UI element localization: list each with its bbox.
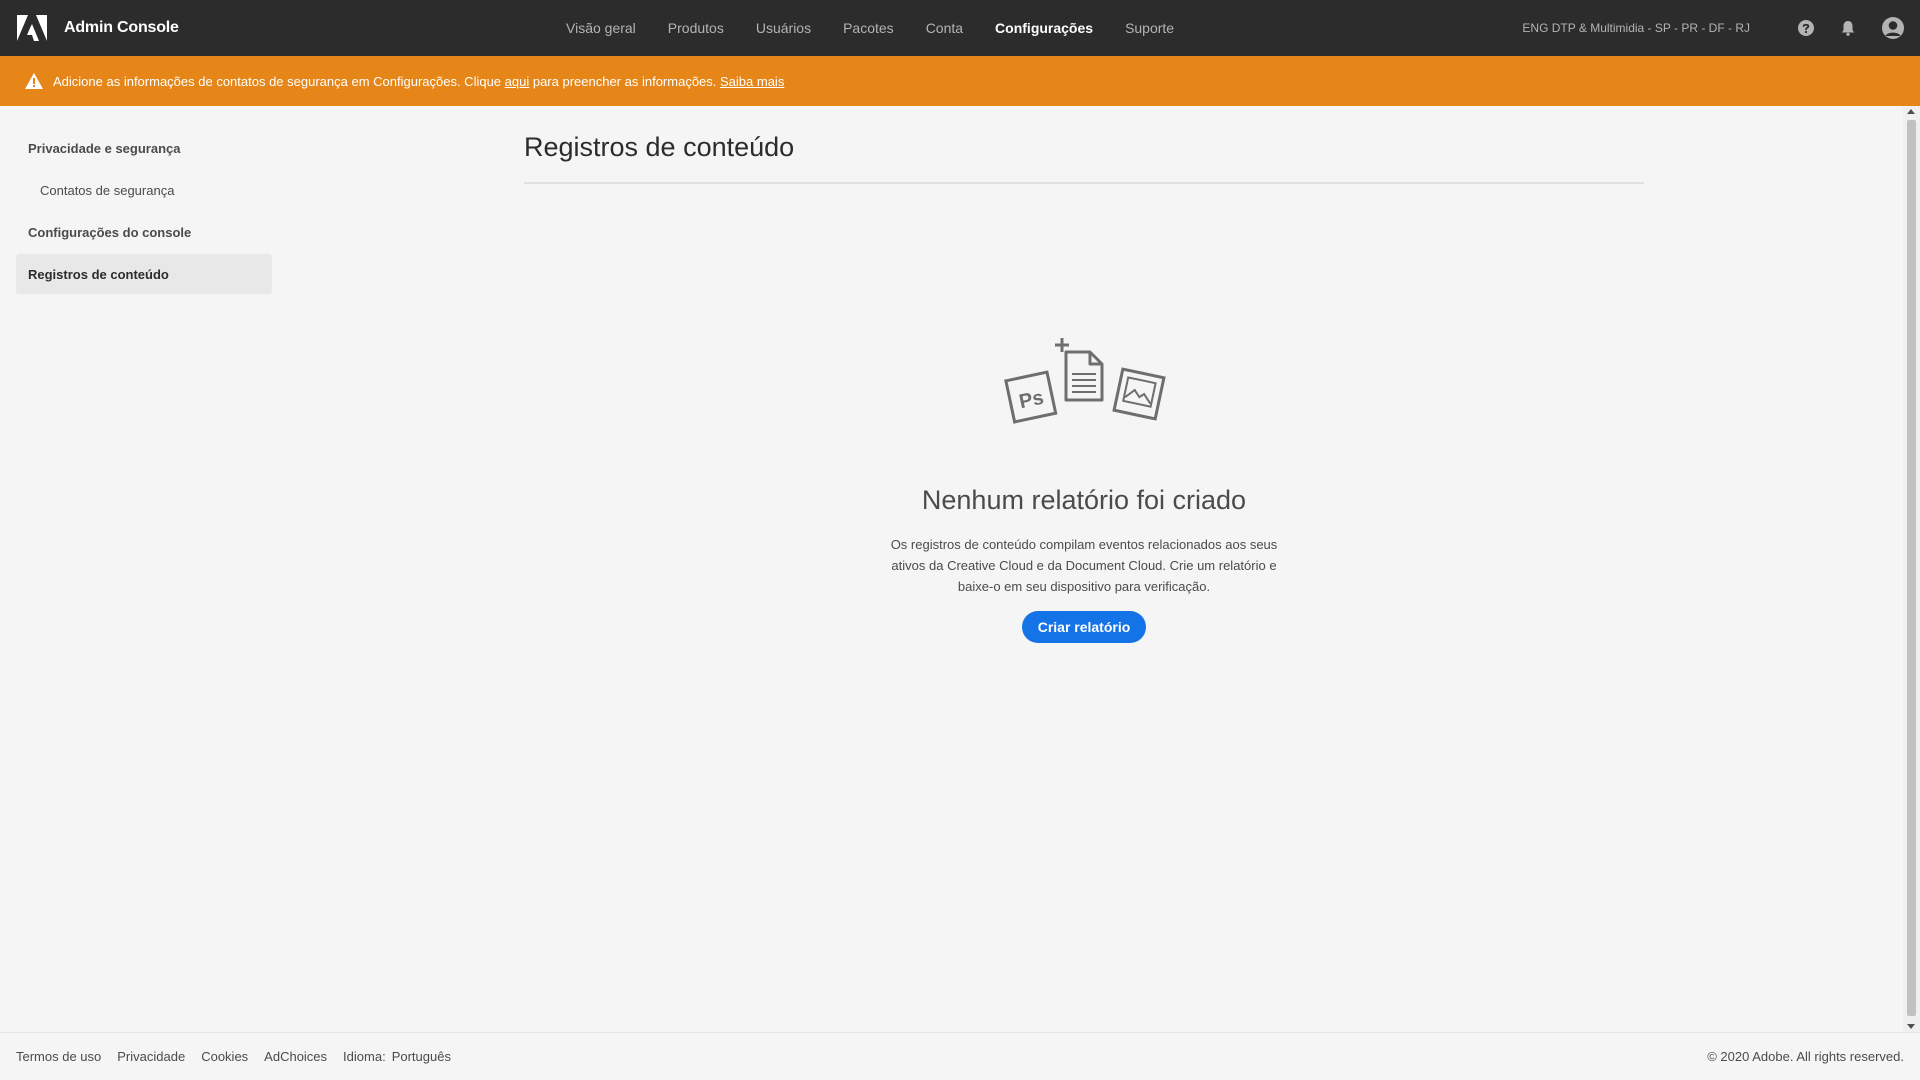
main-content: Registros de conteúdo Ps Nenhum relatóri…: [524, 106, 1644, 643]
top-bar: Admin Console Visão geral Produtos Usuár…: [0, 0, 1920, 56]
svg-text:Ps: Ps: [1017, 387, 1046, 414]
user-avatar-icon[interactable]: [1880, 15, 1906, 41]
alert-text: Adicione as informações de contatos de s…: [53, 73, 785, 89]
scrollbar-thumb[interactable]: [1907, 120, 1916, 1016]
footer-link-adchoices[interactable]: AdChoices: [264, 1049, 327, 1064]
nav-item-overview[interactable]: Visão geral: [566, 20, 636, 36]
nav-item-packages[interactable]: Pacotes: [843, 20, 894, 36]
empty-state-title: Nenhum relatório foi criado: [921, 485, 1247, 515]
page-title: Registros de conteúdo: [524, 132, 795, 162]
title-divider: [524, 182, 1644, 184]
footer-links: Termos de uso Privacidade Cookies AdChoi…: [16, 1049, 467, 1064]
scroll-up-arrow-icon[interactable]: [1907, 109, 1915, 114]
alert-learn-more-link[interactable]: Saiba mais: [720, 74, 784, 89]
nav-item-account[interactable]: Conta: [926, 20, 963, 36]
create-report-button[interactable]: Criar relatório: [1021, 611, 1147, 643]
sidebar-section-console-settings: Configurações do console: [28, 225, 192, 240]
warning-icon: [25, 73, 43, 89]
language-label: Idioma:: [343, 1049, 386, 1064]
alert-here-link[interactable]: aqui: [505, 74, 530, 89]
footer-link-privacy[interactable]: Privacidade: [117, 1049, 185, 1064]
nav-item-products[interactable]: Produtos: [668, 20, 724, 36]
page-scrollbar[interactable]: [1903, 106, 1920, 1032]
brand[interactable]: Admin Console: [17, 0, 179, 56]
language-selector[interactable]: Português: [392, 1049, 451, 1064]
footer-link-cookies[interactable]: Cookies: [201, 1049, 248, 1064]
empty-state-description: Os registros de conteúdo compilam evento…: [890, 537, 1278, 594]
nav-item-support[interactable]: Suporte: [1125, 20, 1174, 36]
footer: Termos de uso Privacidade Cookies AdChoi…: [0, 1032, 1920, 1080]
help-icon[interactable]: [1796, 18, 1816, 38]
empty-state: Ps Nenhum relatório foi criado Os regist…: [524, 336, 1644, 643]
main-nav: Visão geral Produtos Usuários Pacotes Co…: [566, 0, 1206, 56]
scroll-down-arrow-icon[interactable]: [1907, 1024, 1915, 1029]
sidebar-item-content-logs[interactable]: Registros de conteúdo: [16, 254, 272, 294]
org-switcher[interactable]: ENG DTP & Multimidia - SP - PR - DF - RJ: [1522, 21, 1750, 35]
adobe-logo-icon: [17, 15, 47, 41]
sidebar-section-privacy: Privacidade e segurança: [28, 141, 181, 156]
header-actions: ENG DTP & Multimidia - SP - PR - DF - RJ: [1522, 0, 1906, 56]
sidebar-item-security-contacts[interactable]: Contatos de segurança: [16, 183, 272, 198]
footer-link-terms[interactable]: Termos de uso: [16, 1049, 101, 1064]
settings-sidebar: Privacidade e segurança Contatos de segu…: [16, 106, 272, 294]
bell-icon[interactable]: [1838, 18, 1858, 38]
content-logs-illustration-icon: Ps: [1004, 338, 1166, 424]
app-title: Admin Console: [64, 19, 179, 36]
nav-item-users[interactable]: Usuários: [756, 20, 811, 36]
copyright: © 2020 Adobe. All rights reserved.: [1707, 1049, 1904, 1064]
security-contacts-alert: Adicione as informações de contatos de s…: [0, 56, 1920, 106]
nav-item-settings[interactable]: Configurações: [995, 20, 1093, 36]
